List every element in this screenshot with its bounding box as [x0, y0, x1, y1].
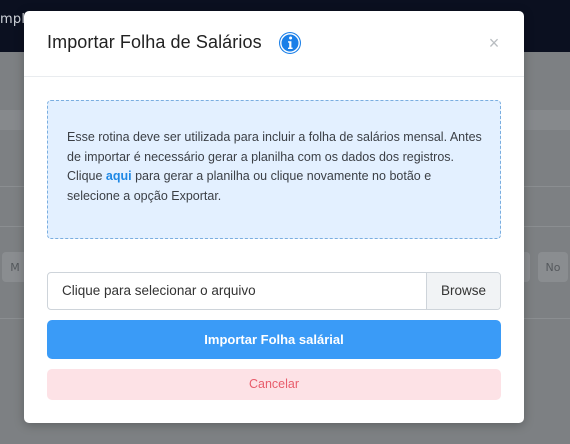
info-text: Esse rotina deve ser utilizada para incl… [67, 128, 482, 206]
info-icon[interactable] [278, 31, 302, 55]
background-chip: No [538, 252, 568, 282]
modal-header: Importar Folha de Salários × [24, 11, 524, 77]
close-button[interactable]: × [484, 31, 504, 55]
background-chip-label: No [545, 260, 561, 274]
modal-title: Importar Folha de Salários [47, 32, 262, 52]
import-button[interactable]: Importar Folha salárial [47, 320, 501, 359]
browse-button[interactable]: Browse [426, 273, 500, 309]
export-link[interactable]: aqui [106, 169, 132, 183]
file-input-group[interactable]: Clique para selecionar o arquivo Browse [47, 272, 501, 310]
background-chip-label: M [10, 260, 20, 274]
import-payroll-modal: Importar Folha de Salários × Esse rotina… [24, 11, 524, 423]
file-input[interactable]: Clique para selecionar o arquivo [62, 273, 256, 309]
cancel-button[interactable]: Cancelar [47, 369, 501, 400]
info-box: Esse rotina deve ser utilizada para incl… [47, 100, 501, 239]
